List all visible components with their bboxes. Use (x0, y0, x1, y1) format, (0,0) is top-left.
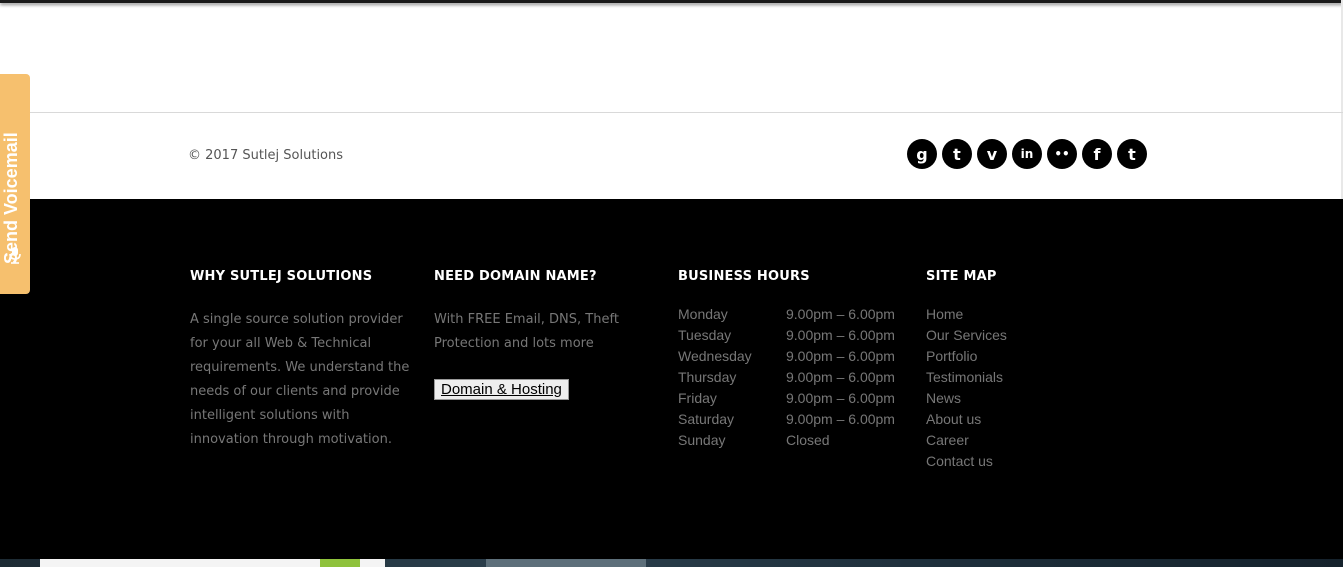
sitemap-link-news[interactable]: News (926, 390, 1066, 411)
facebook-icon[interactable]: f (1082, 139, 1112, 169)
sitemap-link-portfolio[interactable]: Portfolio (926, 348, 1066, 369)
hours-row: Monday 9.00pm – 6.00pm (678, 306, 908, 327)
tumblr-icon[interactable]: t (942, 139, 972, 169)
hours-day: Friday (678, 390, 717, 406)
vimeo-icon[interactable]: v (977, 139, 1007, 169)
hours-row: Sunday Closed (678, 432, 908, 453)
why-heading: WHY SUTLEJ SOLUTIONS (190, 269, 373, 284)
sitemap-link-contact-us[interactable]: Contact us (926, 453, 1066, 474)
why-column: WHY SUTLEJ SOLUTIONS A single source sol… (190, 269, 422, 452)
hours-time: 9.00pm – 6.00pm (786, 327, 895, 343)
linkedin-icon[interactable]: in (1012, 139, 1042, 169)
sitemap-column: SITE MAP Home Our Services Portfolio Tes… (926, 269, 1066, 474)
flickr-icon[interactable]: •• (1047, 139, 1077, 169)
hours-row: Thursday 9.00pm – 6.00pm (678, 369, 908, 390)
hours-row: Saturday 9.00pm – 6.00pm (678, 411, 908, 432)
hours-table: Monday 9.00pm – 6.00pm Tuesday 9.00pm – 6.… (678, 306, 908, 453)
taskbar-window-thumbnail[interactable] (486, 559, 646, 567)
hours-time: 9.00pm – 6.00pm (786, 369, 895, 385)
copyright-text: © 2017 Sutlej Solutions (188, 148, 344, 163)
hours-day: Tuesday (678, 327, 732, 343)
hours-column: BUSINESS HOURS Monday 9.00pm – 6.00pm Tue… (678, 269, 908, 453)
hours-row: Wednesday 9.00pm – 6.00pm (678, 348, 908, 369)
sitemap-link-our-services[interactable]: Our Services (926, 327, 1066, 348)
sitemap-link-testimonials[interactable]: Testimonials (926, 369, 1066, 390)
google-plus-icon[interactable]: g (907, 139, 937, 169)
sitemap-heading: SITE MAP (926, 269, 997, 284)
hours-time: 9.00pm – 6.00pm (786, 348, 895, 364)
hours-time: 9.00pm – 6.00pm (786, 411, 895, 427)
twitter-icon[interactable]: t (1117, 139, 1147, 169)
taskbar-thumbnail-art (320, 559, 360, 567)
domain-heading: NEED DOMAIN NAME? (434, 269, 597, 284)
hours-day: Wednesday (678, 348, 752, 364)
domain-column: NEED DOMAIN NAME? With FREE Email, DNS, … (434, 269, 644, 400)
sitemap-list: Home Our Services Portfolio Testimonials… (926, 306, 1066, 474)
sitemap-link-about-us[interactable]: About us (926, 411, 1066, 432)
hours-time: 9.00pm – 6.00pm (786, 390, 895, 406)
domain-hosting-button[interactable]: Domain & Hosting (434, 379, 569, 400)
send-voicemail-tab[interactable]: Send Voicemail (0, 74, 30, 294)
hours-day: Thursday (678, 369, 737, 385)
hours-time: Closed (786, 432, 830, 448)
social-links: g t v in •• f t (907, 139, 1147, 169)
hours-row: Tuesday 9.00pm – 6.00pm (678, 327, 908, 348)
hours-day: Monday (678, 306, 728, 322)
sitemap-link-home[interactable]: Home (926, 306, 1066, 327)
sitemap-link-career[interactable]: Career (926, 432, 1066, 453)
hours-day: Saturday (678, 411, 735, 427)
hours-time: 9.00pm – 6.00pm (786, 306, 895, 322)
header-shadow-bar (0, 0, 1343, 3)
hours-row: Friday 9.00pm – 6.00pm (678, 390, 908, 411)
section-divider (0, 112, 1343, 113)
domain-text: With FREE Email, DNS, Theft Protection a… (434, 312, 619, 351)
send-voicemail-label: Send Voicemail (1, 132, 21, 264)
hours-day: Sunday (678, 432, 726, 448)
hours-heading: BUSINESS HOURS (678, 269, 810, 284)
footer: WHY SUTLEJ SOLUTIONS A single source sol… (0, 199, 1343, 559)
why-text: A single source solution provider for yo… (190, 312, 410, 447)
taskbar (0, 559, 1343, 567)
